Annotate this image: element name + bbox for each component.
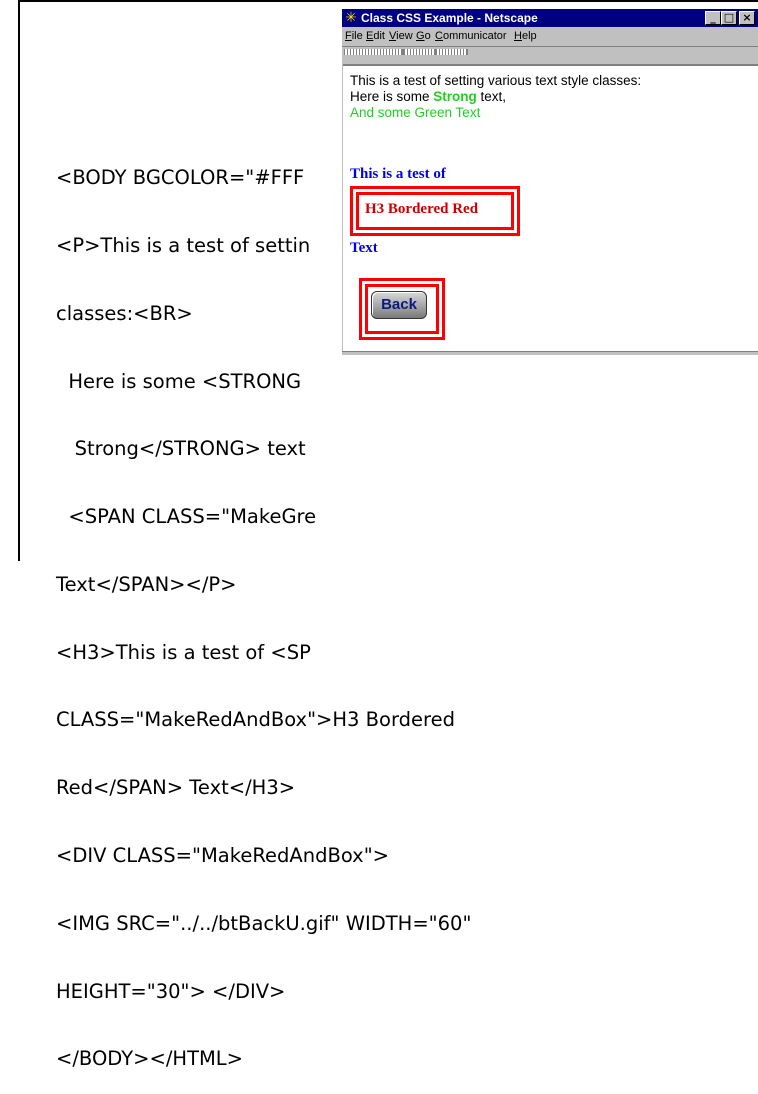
heading-suffix: Text xyxy=(350,240,378,256)
toolbar-grip[interactable] xyxy=(344,49,404,55)
toolbar-grip[interactable] xyxy=(404,49,436,55)
menu-edit[interactable]: Edit xyxy=(366,30,385,42)
code-line: <DIV CLASS="MakeRedAndBox"> xyxy=(56,844,390,867)
status-bar xyxy=(342,351,758,355)
menu-help[interactable]: Help xyxy=(514,30,537,42)
close-button[interactable]: × xyxy=(739,11,755,25)
paragraph: This is a test of setting various text s… xyxy=(350,73,641,121)
green-text: And some Green Text xyxy=(350,105,481,120)
collapsed-toolbars xyxy=(342,46,758,64)
red-border-box: H3 Bordered Red xyxy=(350,186,520,236)
page-content: This is a test of setting various text s… xyxy=(343,64,758,351)
window-title: Class CSS Example - Netscape xyxy=(361,11,538,25)
paragraph-line: This is a test of setting various text s… xyxy=(350,73,642,88)
title-bar[interactable]: ✳ Class CSS Example - Netscape _ □ × xyxy=(342,9,758,27)
text-prefix: Here is some xyxy=(350,89,434,104)
text-suffix: text, xyxy=(476,89,507,104)
menu-bar: File Edit View Go Communicator Help xyxy=(342,27,758,46)
menu-view[interactable]: View xyxy=(389,30,413,42)
minimize-button[interactable]: _ xyxy=(705,11,721,25)
code-line: <IMG SRC="../../btBackU.gif" WIDTH="60" xyxy=(56,911,472,935)
paragraph-line: Here is some Strong text, xyxy=(350,89,641,105)
heading-prefix: This is a test of xyxy=(350,166,446,182)
code-line: <SPAN CLASS="MakeGre xyxy=(56,505,317,529)
code-line: <H3>This is a test of <SP xyxy=(56,640,311,664)
toolbar-grip[interactable] xyxy=(436,49,468,55)
code-line: Strong</STRONG> text xyxy=(56,437,306,461)
maximize-button[interactable]: □ xyxy=(721,11,737,25)
code-line: Red</SPAN> Text</H3> xyxy=(56,776,296,800)
boxed-heading-text: H3 Bordered Red xyxy=(365,201,479,217)
menu-file[interactable]: File xyxy=(345,30,363,42)
code-line: CLASS="MakeRedAndBox">H3 Bordered xyxy=(56,708,455,732)
menu-go[interactable]: Go xyxy=(416,30,431,42)
code-line: Here is some <STRONG xyxy=(56,369,302,393)
code-line: Text</SPAN></P> xyxy=(56,572,237,596)
menu-communicator[interactable]: Communicator xyxy=(435,30,507,42)
back-button[interactable]: Back xyxy=(371,291,427,319)
strong-text: Strong xyxy=(433,89,477,104)
code-line: </BODY></HTML> xyxy=(56,1047,244,1071)
netscape-star-icon: ✳ xyxy=(345,10,357,26)
netscape-window: ✳ Class CSS Example - Netscape _ □ × Fil… xyxy=(341,8,758,355)
code-line: HEIGHT="30"> </DIV> xyxy=(56,979,286,1003)
